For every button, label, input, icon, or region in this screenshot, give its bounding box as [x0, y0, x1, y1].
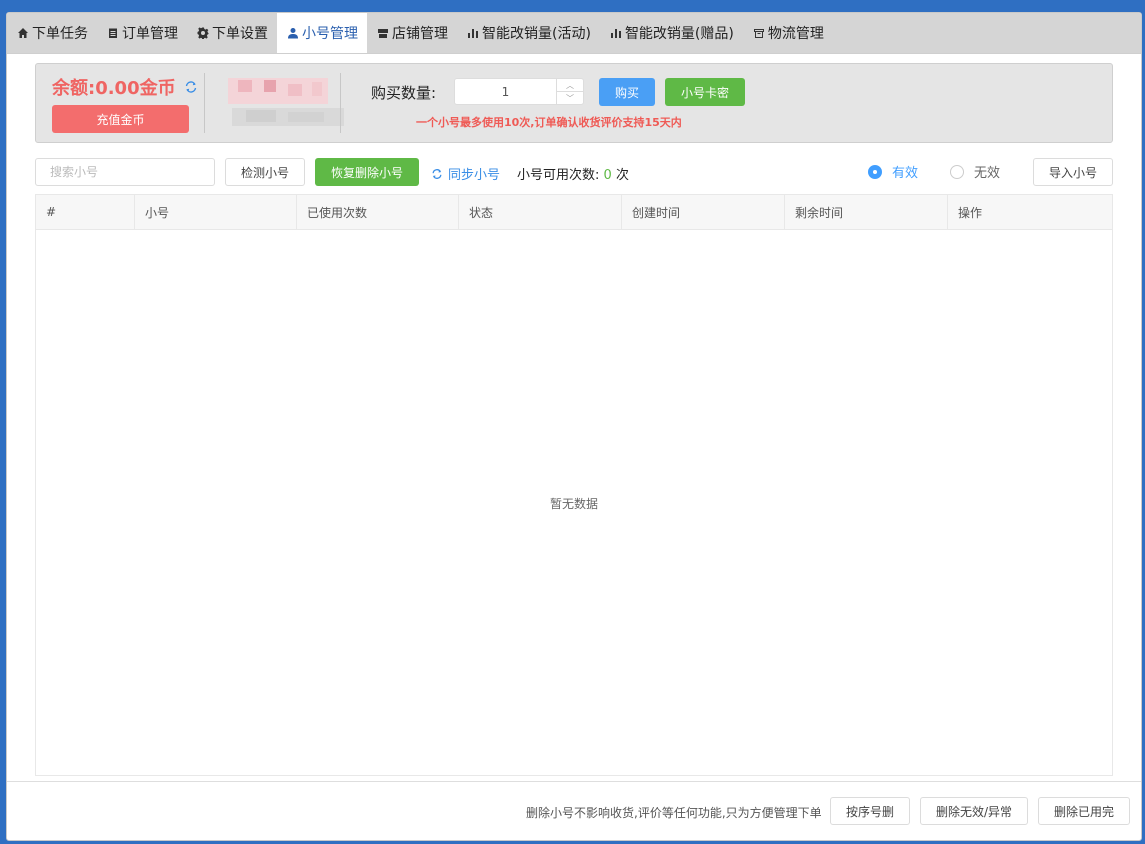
home-icon [17, 27, 29, 39]
radio-invalid[interactable]: 无效 [950, 162, 1000, 181]
tab-smart-sales-gift[interactable]: 智能改销量(赠品) [600, 13, 743, 53]
tab-label: 智能改销量(活动) [482, 26, 591, 42]
tab-smart-sales-activity[interactable]: 智能改销量(活动) [457, 13, 600, 53]
balance-text: 余额:0.00金币 [52, 78, 176, 99]
tab-order-tasks[interactable]: 下单任务 [7, 13, 97, 53]
avail-count: 0 [603, 168, 612, 183]
delete-used-button[interactable]: 删除已用完 [1038, 797, 1130, 825]
account-summary-panel: 余额:0.00金币 充值金币 购买数量: ︿ ﹀ 购买 小号卡密 一个小号最多使… [35, 63, 1113, 143]
avail-prefix: 小号可用次数: [517, 168, 600, 183]
redacted-account-info [228, 72, 352, 134]
accounts-table: # 小号 已使用次数 状态 创建时间 剩余时间 操作 暂无数据 [35, 194, 1113, 776]
tab-label: 下单任务 [32, 26, 88, 42]
tab-store-management[interactable]: 店铺管理 [367, 13, 457, 53]
quantity-input[interactable] [455, 79, 556, 104]
search-input[interactable] [35, 158, 215, 186]
column-header[interactable]: 剩余时间 [785, 195, 948, 229]
radio-label: 无效 [974, 166, 1001, 181]
available-count: 小号可用次数: 0 次 [517, 164, 629, 183]
tab-label: 智能改销量(赠品) [624, 26, 734, 42]
balance-display: 余额:0.00金币 [52, 74, 198, 100]
column-header[interactable]: 小号 [135, 195, 297, 229]
column-header[interactable]: 状态 [459, 195, 622, 229]
sync-label: 同步小号 [448, 168, 501, 183]
account-card-button[interactable]: 小号卡密 [665, 78, 745, 106]
user-icon [287, 27, 299, 39]
app-frame: 下单任务 订单管理 下单设置 小号管理 店铺管理 智能改销量(活动) 智能改销量… [6, 12, 1142, 841]
recharge-button[interactable]: 充值金币 [52, 105, 189, 133]
restore-deleted-button[interactable]: 恢复删除小号 [315, 158, 419, 186]
sync-accounts-link[interactable]: 同步小号 [431, 164, 500, 183]
bar-chart-icon [467, 27, 479, 39]
delete-by-index-button[interactable]: 按序号删 [830, 797, 910, 825]
footer-note: 删除小号不影响收货,评价等任何功能,只为方便管理下单 [526, 806, 822, 820]
check-accounts-button[interactable]: 检测小号 [225, 158, 305, 186]
tab-account-management[interactable]: 小号管理 [277, 13, 367, 53]
store-icon [377, 27, 389, 39]
box-icon [753, 27, 765, 39]
tab-label: 物流管理 [767, 26, 824, 42]
tab-logistics-management[interactable]: 物流管理 [743, 13, 833, 53]
footer-bar: 删除小号不影响收货,评价等任何功能,只为方便管理下单 按序号删 删除无效/异常 … [7, 781, 1141, 840]
tab-order-management[interactable]: 订单管理 [97, 13, 187, 53]
tab-label: 下单设置 [212, 26, 268, 42]
table-header: # 小号 已使用次数 状态 创建时间 剩余时间 操作 [36, 195, 1112, 230]
purchase-notice: 一个小号最多使用10次,订单确认收货评价支持15天内 [416, 116, 682, 129]
column-header[interactable]: 已使用次数 [297, 195, 459, 229]
tab-label: 小号管理 [302, 26, 358, 42]
chevron-up-icon[interactable]: ︿ [557, 79, 583, 92]
radio-dot [950, 164, 964, 179]
radio-label: 有效 [892, 166, 919, 181]
column-header[interactable]: # [36, 195, 135, 229]
tab-label: 店铺管理 [392, 26, 448, 42]
tab-order-settings[interactable]: 下单设置 [187, 13, 277, 53]
refresh-icon[interactable] [184, 80, 198, 94]
column-header[interactable]: 创建时间 [622, 195, 785, 229]
avail-suffix: 次 [615, 168, 629, 183]
tab-bar: 下单任务 订单管理 下单设置 小号管理 店铺管理 智能改销量(活动) 智能改销量… [7, 13, 1141, 54]
purchase-quantity-label: 购买数量: [371, 84, 437, 102]
column-header[interactable]: 操作 [948, 195, 1112, 229]
bar-chart-icon [610, 27, 622, 39]
clipboard-icon [107, 27, 119, 39]
account-toolbar: 检测小号 恢复删除小号 同步小号 小号可用次数: 0 次 有效 无效 导入小号 [35, 158, 1113, 186]
stepper-arrows: ︿ ﹀ [556, 79, 583, 104]
sync-icon [432, 168, 442, 179]
gear-icon [197, 27, 209, 39]
divider [340, 73, 341, 133]
tab-label: 订单管理 [122, 26, 178, 42]
buy-button[interactable]: 购买 [599, 78, 655, 106]
quantity-stepper[interactable]: ︿ ﹀ [454, 78, 584, 105]
empty-state-text: 暂无数据 [549, 497, 598, 511]
chevron-down-icon[interactable]: ﹀ [557, 92, 583, 104]
delete-invalid-button[interactable]: 删除无效/异常 [920, 797, 1028, 825]
radio-valid[interactable]: 有效 [868, 162, 918, 181]
radio-dot [868, 164, 882, 179]
import-accounts-button[interactable]: 导入小号 [1033, 158, 1113, 186]
divider [204, 73, 205, 133]
